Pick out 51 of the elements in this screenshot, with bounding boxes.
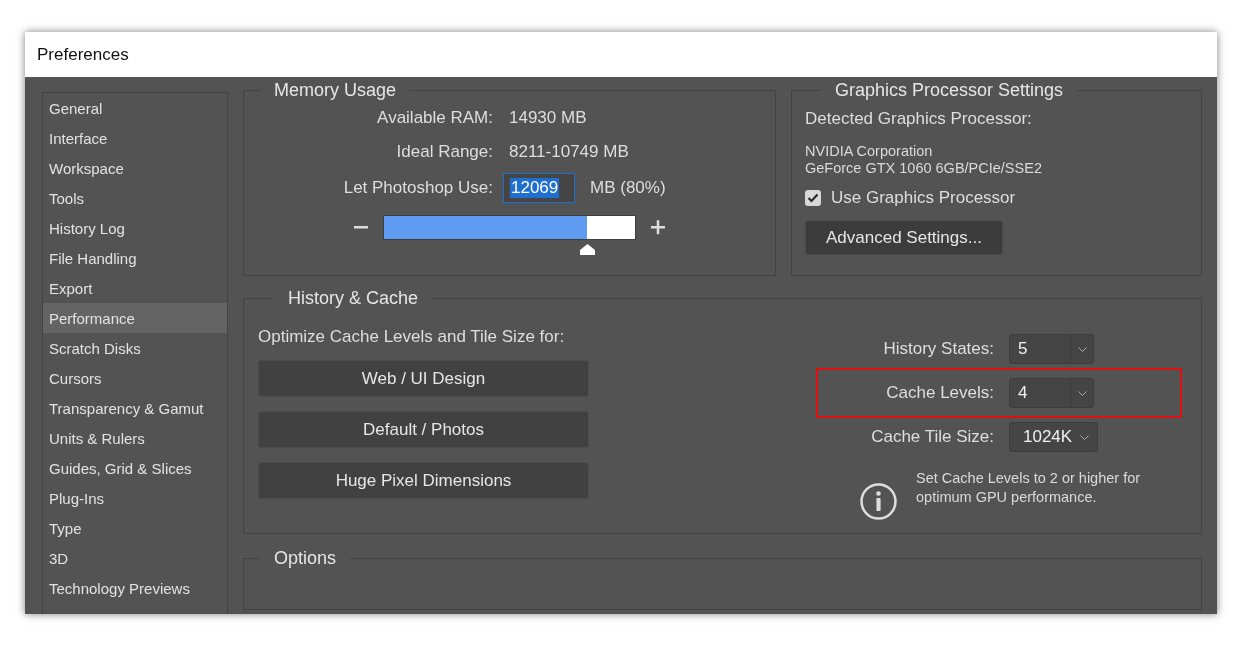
window-title: Preferences: [37, 44, 129, 65]
preset-button[interactable]: Huge Pixel Dimensions: [258, 462, 589, 499]
field-label: Ideal Range:: [395, 141, 493, 163]
group-title: Memory Usage: [273, 80, 398, 101]
group-title: Options: [273, 548, 338, 569]
sidebar-item[interactable]: Plug-Ins: [43, 483, 227, 513]
preset-button[interactable]: Default / Photos: [258, 411, 589, 448]
sidebar-item[interactable]: 3D: [43, 543, 227, 573]
sidebar-item[interactable]: Guides, Grid & Slices: [43, 453, 227, 483]
group-title: History & Cache: [287, 288, 420, 309]
sidebar-item[interactable]: Performance: [43, 303, 227, 333]
sidebar-item[interactable]: Export: [43, 273, 227, 303]
sidebar-item[interactable]: History Log: [43, 213, 227, 243]
slider-thumb[interactable]: [580, 244, 596, 255]
checkbox-label: Use Graphics Processor: [831, 188, 1016, 208]
section-label: Optimize Cache Levels and Tile Size for:: [258, 327, 566, 347]
tile-size-dropdown[interactable]: 1024K: [1009, 422, 1099, 452]
sidebar-item[interactable]: File Handling: [43, 243, 227, 273]
field-value: 14930 MB: [509, 107, 588, 129]
field-label: Cache Levels:: [885, 383, 994, 403]
sidebar-item[interactable]: Type: [43, 513, 227, 543]
field-label: Available RAM:: [376, 107, 493, 129]
preset-button[interactable]: Web / UI Design: [258, 360, 589, 397]
memory-input-field[interactable]: 12069: [503, 173, 575, 203]
info-icon: [860, 483, 897, 520]
gpu-vendor: NVIDIA Corporation: [805, 143, 934, 160]
sidebar-item[interactable]: Technology Previews: [43, 573, 227, 603]
field-unit: MB (80%): [590, 178, 666, 198]
sidebar-item[interactable]: Transparency & Gamut: [43, 393, 227, 423]
chevron-icon: [1077, 346, 1087, 352]
field-label: Let Photoshop Use:: [342, 178, 493, 198]
advanced-settings-button[interactable]: Advanced Settings...: [805, 220, 1003, 255]
chevron-icon: [1077, 390, 1087, 396]
field-label: Detected Graphics Processor:: [805, 109, 1033, 129]
sidebar-item[interactable]: Scratch Disks: [43, 333, 227, 363]
info-note: Set Cache Levels to 2 or higher for optimum GPU performance.: [916, 469, 1142, 507]
chevron-icon: [1080, 434, 1090, 440]
gpu-model: GeForce GTX 1060 6GB/PCIe/SSE2: [805, 160, 1043, 177]
field-value: 8211-10749 MB: [509, 141, 630, 163]
field-label: History States:: [882, 339, 994, 359]
sidebar-item[interactable]: Workspace: [43, 153, 227, 183]
sidebar-item[interactable]: Tools: [43, 183, 227, 213]
group-title: Graphics Processor Settings: [834, 80, 1065, 101]
sidebar-item[interactable]: Units & Rulers: [43, 423, 227, 453]
sidebar-item[interactable]: Interface: [43, 123, 227, 153]
sidebar-item[interactable]: Cursors: [43, 363, 227, 393]
sidebar-item[interactable]: General: [43, 93, 227, 123]
checkbox[interactable]: [805, 190, 821, 206]
number-dropdown[interactable]: 4: [1009, 378, 1094, 408]
number-dropdown[interactable]: 5: [1009, 334, 1094, 364]
field-label: Cache Tile Size:: [870, 427, 994, 447]
